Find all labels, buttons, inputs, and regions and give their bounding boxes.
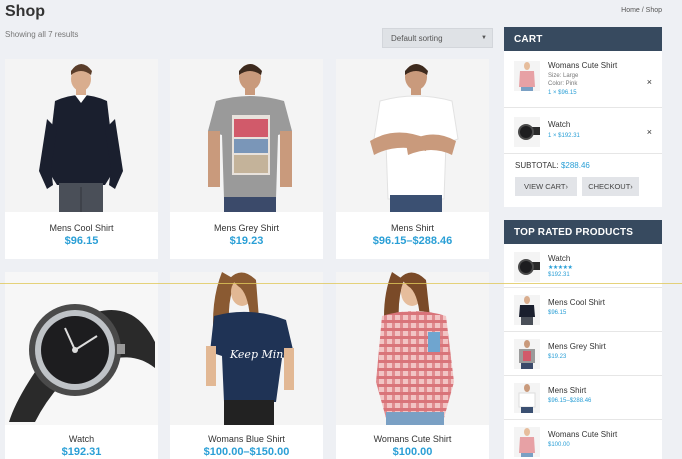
product-name[interactable]: Womans Blue Shirt: [170, 434, 323, 444]
product-name[interactable]: Womans Cute Shirt: [336, 434, 489, 444]
star-rating: ★★★★★: [548, 265, 573, 271]
product-card[interactable]: Womans Cute Shirt $100.00: [336, 272, 489, 459]
product-name[interactable]: Watch: [5, 434, 158, 444]
top-rated-price: $100.00: [548, 442, 570, 448]
top-rated-item: Mens Cool Shirt $96.15: [504, 288, 662, 332]
guide-line: [0, 283, 682, 284]
product-image[interactable]: [336, 59, 489, 212]
caret-down-icon: ▼: [481, 35, 487, 41]
product-card[interactable]: Mens Grey Shirt $19.23: [170, 59, 323, 259]
cart-item-size: Size: Large: [548, 73, 579, 79]
top-rated-title[interactable]: Mens Grey Shirt: [548, 342, 606, 351]
remove-item-icon[interactable]: ×: [647, 77, 652, 87]
cart-item-color: Color: Pink: [548, 81, 578, 87]
top-rated-thumbnail[interactable]: [514, 383, 540, 413]
top-rated-thumbnail[interactable]: [514, 252, 540, 282]
product-card[interactable]: Watch $192.31: [5, 272, 158, 459]
top-rated-title[interactable]: Mens Cool Shirt: [548, 298, 605, 307]
cart-item-title[interactable]: Womans Cute Shirt: [548, 61, 617, 70]
product-price: $96.15: [64, 235, 99, 247]
top-rated-widget: TOP RATED PRODUCTS Watch ★★★★★ $192.31 M…: [504, 220, 662, 459]
cart-item-thumbnail[interactable]: [514, 61, 540, 91]
product-image[interactable]: Keep Mine: [170, 272, 323, 425]
top-rated-item: Mens Grey Shirt $19.23: [504, 332, 662, 376]
product-image[interactable]: [336, 272, 489, 425]
cart-item-title[interactable]: Watch: [548, 120, 570, 129]
product-card[interactable]: Mens Cool Shirt $96.15: [5, 59, 158, 259]
view-cart-button[interactable]: VIEW CART›: [515, 177, 577, 196]
product-name[interactable]: Mens Cool Shirt: [5, 223, 158, 233]
subtotal-value: $288.46: [560, 161, 590, 170]
breadcrumb[interactable]: Home / Shop: [621, 7, 662, 14]
product-card[interactable]: Keep Mine Womans Blue Shirt $100.00–$150…: [170, 272, 323, 459]
top-rated-title[interactable]: Womans Cute Shirt: [548, 430, 617, 439]
cart-item-qty: 1 × $192.31: [548, 133, 580, 139]
cart-subtotal: SUBTOTAL: $288.46: [515, 161, 590, 170]
remove-item-icon[interactable]: ×: [647, 127, 652, 137]
sort-select[interactable]: Default sorting ▼: [382, 28, 493, 48]
top-rated-price: $96.15–$288.46: [548, 398, 592, 404]
result-count: Showing all 7 results: [5, 30, 79, 39]
svg-text:Keep Mine: Keep Mine: [229, 348, 290, 361]
product-price: $192.31: [61, 446, 102, 458]
top-rated-thumbnail[interactable]: [514, 339, 540, 369]
top-rated-title[interactable]: Watch: [548, 254, 570, 263]
cart-item-qty: 1 × $96.15: [548, 90, 577, 96]
subtotal-label: SUBTOTAL:: [515, 161, 559, 170]
product-card[interactable]: Mens Shirt $96.15–$288.46: [336, 59, 489, 259]
product-price: $100.00–$150.00: [203, 446, 290, 458]
top-rated-thumbnail[interactable]: [514, 295, 540, 325]
product-price: $96.15–$288.46: [372, 235, 453, 247]
top-rated-item: Watch ★★★★★ $192.31: [504, 244, 662, 288]
cart-item-thumbnail[interactable]: [514, 117, 540, 147]
product-image[interactable]: [5, 59, 158, 212]
product-image[interactable]: [5, 272, 158, 425]
product-name[interactable]: Mens Grey Shirt: [170, 223, 323, 233]
cart-heading: CART: [504, 27, 662, 51]
top-rated-price: $96.15: [548, 310, 567, 316]
top-rated-heading: TOP RATED PRODUCTS: [504, 220, 662, 244]
top-rated-item: Mens Shirt $96.15–$288.46: [504, 376, 662, 420]
cart-item: Watch 1 × $192.31 ×: [504, 109, 662, 154]
page-title: Shop: [5, 3, 45, 20]
top-rated-thumbnail[interactable]: [514, 427, 540, 457]
cart-widget: CART Womans Cute Shirt Size: Large Color…: [504, 27, 662, 207]
sort-select-value: Default sorting: [391, 34, 443, 43]
checkout-button[interactable]: CHECKOUT›: [582, 177, 639, 196]
top-rated-price: $192.31: [548, 272, 570, 278]
product-price: $19.23: [229, 235, 264, 247]
product-image[interactable]: [170, 59, 323, 212]
top-rated-title[interactable]: Mens Shirt: [548, 386, 586, 395]
product-name[interactable]: Mens Shirt: [336, 223, 489, 233]
product-price: $100.00: [392, 446, 433, 458]
top-rated-price: $19.23: [548, 354, 567, 360]
cart-item: Womans Cute Shirt Size: Large Color: Pin…: [504, 53, 662, 108]
top-rated-item: Womans Cute Shirt $100.00: [504, 420, 662, 459]
